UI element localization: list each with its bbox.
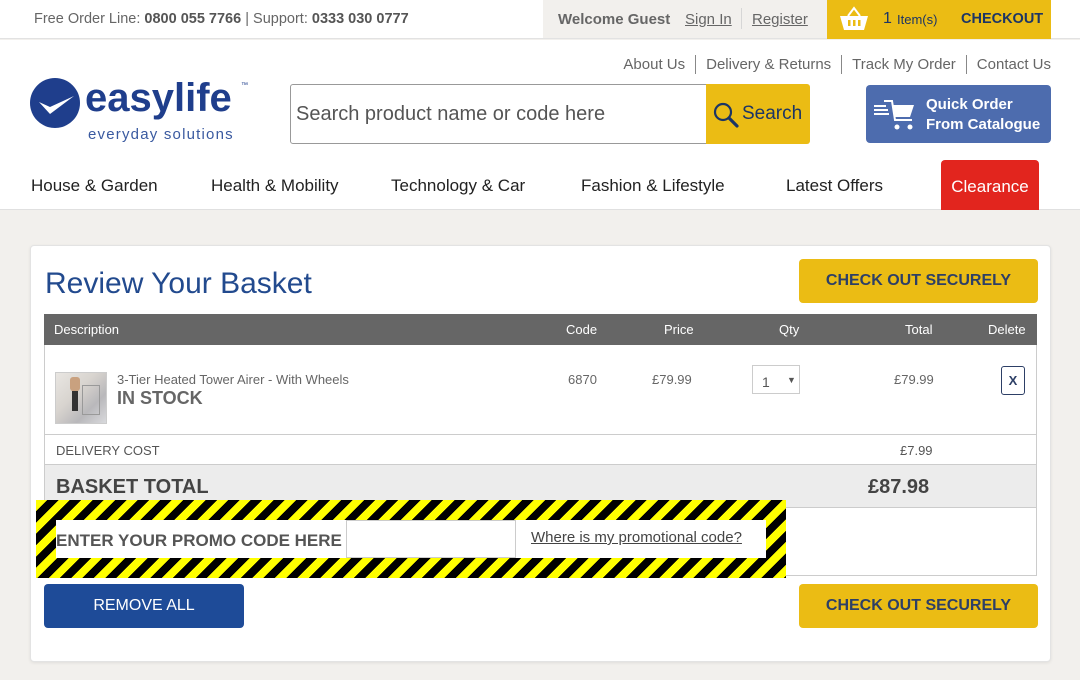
top-bar: Free Order Line: 0800 055 7766 | Support…: [0, 0, 1080, 39]
quick-order-button[interactable]: Quick Order From Catalogue: [866, 85, 1051, 143]
nav-latest-offers[interactable]: Latest Offers: [786, 176, 883, 196]
utility-links: About Us Delivery & Returns Track My Ord…: [613, 55, 1051, 74]
col-delete: Delete: [988, 322, 1026, 337]
about-us-link[interactable]: About Us: [613, 55, 695, 74]
welcome-text: Welcome Guest: [558, 11, 671, 28]
search-icon: [713, 102, 739, 128]
col-code: Code: [566, 322, 598, 337]
nav-fashion-lifestyle[interactable]: Fashion & Lifestyle: [581, 176, 725, 196]
product-price: £79.99: [652, 372, 692, 387]
promo-code-highlight: ENTER YOUR PROMO CODE HERE Where is my p…: [36, 500, 786, 578]
basket-items-label: Item(s): [897, 12, 938, 27]
stock-status: IN STOCK: [117, 388, 203, 408]
table-row: 3-Tier Heated Tower Airer - With Wheels …: [44, 345, 1037, 435]
promo-code-input[interactable]: [346, 520, 516, 558]
line-total: £79.99: [894, 372, 934, 387]
order-line-number: 0800 055 7766: [144, 11, 242, 27]
easylife-logo[interactable]: easylife ™ everyday solutions: [30, 76, 255, 144]
search-bar: Search: [290, 84, 810, 144]
search-button[interactable]: Search: [706, 84, 810, 144]
phone-separator: |: [245, 11, 249, 27]
basket-count: 1: [883, 10, 892, 27]
nav-clearance[interactable]: Clearance: [941, 160, 1039, 210]
quantity-value: 1: [762, 374, 770, 390]
search-button-label: Search: [742, 103, 803, 124]
track-order-link[interactable]: Track My Order: [841, 55, 966, 74]
basket-card: Review Your Basket CHECK OUT SECURELY De…: [30, 245, 1051, 662]
logo-wordmark: easylife: [85, 76, 232, 120]
register-link[interactable]: Register: [752, 11, 808, 28]
delivery-row: DELIVERY COST £7.99: [44, 435, 1037, 465]
basket-icon: [840, 6, 868, 30]
delivery-returns-link[interactable]: Delivery & Returns: [695, 55, 841, 74]
nav-house-garden[interactable]: House & Garden: [31, 176, 158, 196]
nav-technology-car[interactable]: Technology & Car: [391, 176, 525, 196]
phone-numbers: Free Order Line: 0800 055 7766 | Support…: [34, 11, 409, 27]
quantity-select[interactable]: 1 ▼: [752, 365, 800, 394]
support-number: 0333 030 0777: [311, 11, 409, 27]
cart-icon: [874, 100, 914, 130]
quick-order-label: Quick Order From Catalogue: [926, 95, 1040, 135]
promo-help-link[interactable]: Where is my promotional code?: [531, 529, 742, 546]
col-total: Total: [905, 322, 933, 337]
header-checkout-link[interactable]: CHECKOUT: [961, 11, 1043, 27]
logo-tagline: everyday solutions: [88, 126, 234, 143]
page-title: Review Your Basket: [45, 267, 312, 300]
promo-code-area: ENTER YOUR PROMO CODE HERE Where is my p…: [56, 520, 766, 558]
table-header: Description Code Price Qty Total Delete: [44, 314, 1037, 345]
remove-all-button[interactable]: REMOVE ALL: [44, 584, 244, 628]
contact-us-link[interactable]: Contact Us: [965, 55, 1051, 74]
col-qty: Qty: [779, 322, 800, 337]
basket-total-label: BASKET TOTAL: [56, 476, 209, 498]
order-line-label: Free Order Line:: [34, 11, 141, 27]
main-nav: House & Garden Health & Mobility Technol…: [0, 160, 1080, 210]
account-area: Welcome Guest Sign In Register: [543, 0, 827, 38]
nav-health-mobility[interactable]: Health & Mobility: [211, 176, 339, 196]
delivery-value: £7.99: [900, 443, 933, 458]
support-label: Support:: [253, 11, 308, 27]
divider: [741, 8, 742, 29]
quick-order-line1: Quick Order: [926, 96, 1013, 113]
quick-order-line2: From Catalogue: [926, 116, 1041, 133]
basket-total-value: £87.98: [868, 476, 930, 498]
product-thumbnail[interactable]: [55, 372, 107, 424]
product-code: 6870: [568, 372, 597, 387]
delete-item-button[interactable]: X: [1001, 366, 1025, 395]
col-description: Description: [54, 322, 120, 337]
site-header: About Us Delivery & Returns Track My Ord…: [0, 40, 1080, 210]
logo-trademark: ™: [241, 82, 248, 89]
col-price: Price: [664, 322, 694, 337]
checkout-securely-button-bottom[interactable]: CHECK OUT SECURELY: [799, 584, 1038, 628]
checkout-securely-button-top[interactable]: CHECK OUT SECURELY: [799, 259, 1038, 303]
sign-in-link[interactable]: Sign In: [685, 11, 732, 28]
logo-check-icon: [30, 78, 80, 128]
chevron-down-icon: ▼: [787, 375, 796, 385]
search-input[interactable]: [290, 84, 708, 144]
mini-basket[interactable]: 1 Item(s) CHECKOUT: [827, 0, 1051, 39]
product-name[interactable]: 3-Tier Heated Tower Airer - With Wheels: [117, 372, 349, 387]
promo-code-label: ENTER YOUR PROMO CODE HERE: [56, 531, 342, 550]
delivery-label: DELIVERY COST: [56, 443, 160, 458]
